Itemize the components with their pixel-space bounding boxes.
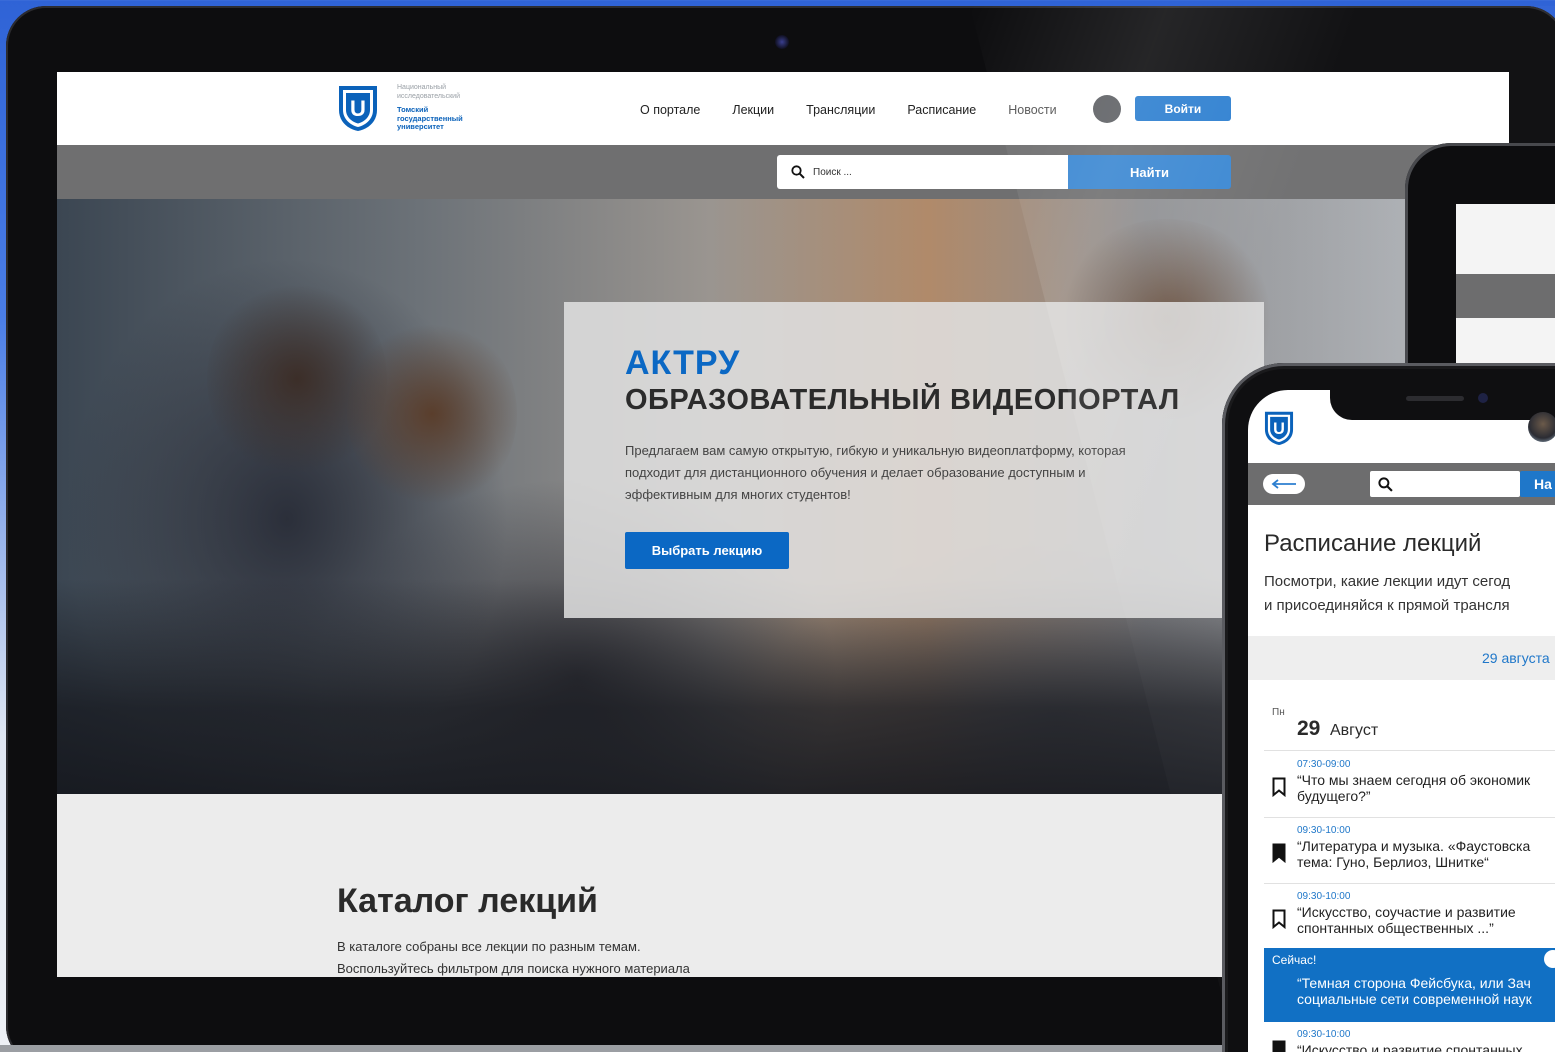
day-number: 29: [1297, 717, 1321, 740]
search-icon: [791, 165, 805, 179]
list-item[interactable]: 09:30-10:00 “Искусство и развитие спонта…: [1264, 1022, 1555, 1052]
phone-notch: [1330, 390, 1555, 420]
lecture-title: “Искусство и развитие спонтанных: [1297, 1042, 1555, 1052]
logo-letter: U: [1273, 420, 1285, 438]
nav-item-broadcasts[interactable]: Трансляции: [806, 103, 875, 117]
nav-item-schedule[interactable]: Расписание: [907, 103, 976, 117]
university-logo-icon[interactable]: U: [1262, 410, 1296, 446]
day-header: Пн 29 Август: [1264, 703, 1555, 751]
catalog-desc-line: В каталоге собраны все лекции по разным …: [337, 939, 641, 954]
search-bar: Поиск ... Найти: [57, 145, 1509, 199]
lecture-title-line: будущего?”: [1297, 788, 1371, 804]
lecture-time: 07:30-09:00: [1297, 759, 1351, 770]
back-button[interactable]: [1263, 474, 1305, 494]
lecture-title-line: спонтанных общественных ...”: [1297, 920, 1494, 936]
choose-lecture-button[interactable]: Выбрать лекцию: [625, 532, 789, 569]
page-title: Расписание лекций: [1264, 530, 1482, 557]
camera-icon: [1478, 393, 1488, 403]
lecture-title-line: “Искусство, соучастие и развитие: [1297, 904, 1516, 920]
lecture-time: 09:30-10:00: [1297, 1029, 1351, 1040]
date-link[interactable]: 29 августа: [1482, 650, 1550, 666]
university-name: Национальный исследовательский Томский г…: [397, 84, 517, 132]
bookmark-outline-icon[interactable]: [1272, 777, 1286, 797]
catalog-title: Каталог лекций: [337, 882, 598, 920]
site-header: U Национальный исследовательский Томский…: [57, 72, 1509, 145]
lecture-title-line: социальные сети современной наук: [1297, 991, 1532, 1007]
logo-line: Национальный: [397, 84, 447, 91]
search-input[interactable]: Поиск ...: [777, 155, 1069, 189]
live-indicator-icon: [1544, 950, 1555, 968]
list-item[interactable]: 09:30-10:00 “Литература и музыка. «Фауст…: [1264, 818, 1555, 884]
subtitle-line: и присоединяйся к прямой трансля: [1264, 597, 1510, 614]
list-item[interactable]: 07:30-09:00 “Что мы знаем сегодня об эко…: [1264, 752, 1555, 818]
bookmark-outline-icon[interactable]: [1272, 909, 1286, 929]
nav-item-news[interactable]: Новости: [1008, 103, 1056, 117]
login-button[interactable]: Войти: [1135, 96, 1231, 121]
weekday-label: Пн: [1272, 707, 1285, 718]
hero-title-brand: АКТРУ: [625, 344, 741, 382]
logo-letter: U: [350, 96, 366, 121]
logo-line: исследовательский: [397, 92, 460, 100]
lecture-time: 09:30-10:00: [1297, 891, 1351, 902]
catalog-description: В каталоге собраны все лекции по разным …: [337, 936, 690, 977]
speaker-icon: [1406, 396, 1464, 401]
lecture-title-line: “Литература и музыка. «Фаустовска: [1297, 838, 1531, 854]
lecture-title-line: “Искусство и развитие спонтанных: [1297, 1042, 1523, 1052]
bookmark-filled-icon[interactable]: [1272, 843, 1286, 863]
tablet-search-band: [1456, 274, 1555, 318]
lecture-title: “Литература и музыка. «Фаустовска тема: …: [1297, 838, 1555, 870]
search-placeholder: Поиск ...: [813, 166, 852, 178]
lecture-title: “Искусство, соучастие и развитие спонтан…: [1297, 904, 1555, 936]
lecture-title-line: “Что мы знаем сегодня об экономик: [1297, 772, 1531, 788]
camera-icon: [775, 35, 789, 49]
lecture-title-line: “Темная сторона Фейсбука, или Зач: [1297, 975, 1531, 991]
date-selector: 29 августа: [1248, 636, 1555, 680]
lecture-time: 09:30-10:00: [1297, 825, 1351, 836]
live-now-item[interactable]: Сейчас! “Темная сторона Фейсбука, или За…: [1264, 948, 1555, 1022]
phone-search-bar: На: [1248, 463, 1555, 505]
page-subtitle: Посмотри, какие лекции идут сегод и прис…: [1264, 570, 1510, 618]
now-label: Сейчас!: [1272, 953, 1317, 967]
search-icon: [1378, 476, 1393, 492]
hero-description: Предлагаем вам самую открытую, гибкую и …: [625, 443, 1126, 502]
university-logo-icon[interactable]: U: [335, 84, 381, 132]
lecture-title: “Темная сторона Фейсбука, или Зач социал…: [1297, 975, 1555, 1007]
hero-title: ОБРАЗОВАТЕЛЬНЫЙ ВИДЕОПОРТАЛ: [625, 384, 1180, 416]
phone-frame: U На Расписание лекций Посмотри, какие л…: [1222, 363, 1555, 1052]
avatar[interactable]: [1093, 95, 1121, 123]
hero-photo-person: [347, 319, 517, 509]
subtitle-line: Посмотри, какие лекции идут сегод: [1264, 573, 1511, 590]
hero-panel: АКТРУ ОБРАЗОВАТЕЛЬНЫЙ ВИДЕОПОРТАЛ Предла…: [564, 302, 1264, 618]
main-nav: О портале Лекции Трансляции Расписание Н…: [640, 103, 1057, 117]
search-input[interactable]: [1370, 471, 1520, 497]
search-button[interactable]: Найти: [1068, 155, 1231, 189]
lecture-title-line: тема: Гуно, Берлиоз, Шнитке“: [1297, 854, 1489, 870]
month-label: Август: [1330, 722, 1379, 739]
list-item[interactable]: 09:30-10:00 “Искусство, соучастие и разв…: [1264, 884, 1555, 950]
arrow-left-icon: [1271, 479, 1296, 489]
avatar[interactable]: [1528, 412, 1555, 442]
catalog-desc-line: Воспользуйтесь фильтром для поиска нужно…: [337, 961, 690, 976]
phone-screen: U На Расписание лекций Посмотри, какие л…: [1248, 390, 1555, 1052]
nav-item-lectures[interactable]: Лекции: [732, 103, 774, 117]
logo-line: университет: [397, 122, 444, 131]
nav-item-about[interactable]: О портале: [640, 103, 700, 117]
bookmark-filled-icon[interactable]: [1272, 1040, 1286, 1052]
lecture-title: “Что мы знаем сегодня об экономик будуще…: [1297, 772, 1555, 804]
search-button[interactable]: На: [1520, 471, 1555, 497]
